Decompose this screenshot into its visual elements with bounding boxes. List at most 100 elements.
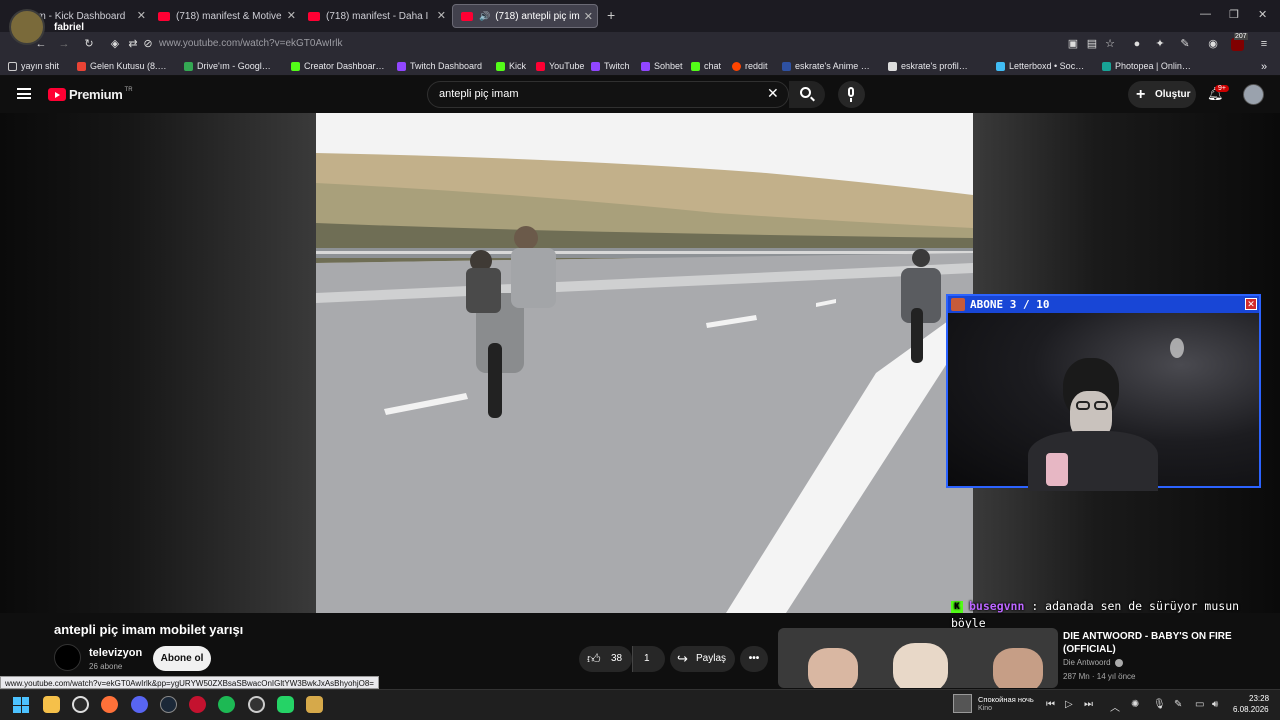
bookmark-reddit[interactable]: reddit (732, 61, 768, 71)
cam-title: ABONE 3 / 10 (970, 298, 1050, 311)
display-icon[interactable]: ▭ (1195, 699, 1204, 710)
restore-icon[interactable]: ❐ (1229, 8, 1239, 21)
webcam-feed (948, 313, 1259, 491)
bookmark-mal[interactable]: eskrate's Anime … (782, 61, 870, 71)
reader-icon[interactable]: ▤ (1085, 37, 1099, 51)
channel-name[interactable]: televizyon (89, 647, 142, 659)
tray-overflow-icon[interactable]: ︿ (1110, 699, 1120, 714)
shield-icon[interactable]: ◈ (108, 37, 122, 51)
video-blur-left (0, 113, 316, 613)
bookmark-twitch-dashboard[interactable]: Twitch Dashboard (397, 61, 482, 71)
app-icon-red[interactable] (189, 696, 206, 713)
pen-icon[interactable]: ✎ (1178, 37, 1192, 51)
close-icon[interactable]: ✕ (437, 9, 446, 22)
voice-search-button[interactable] (838, 81, 865, 108)
minimize-icon[interactable]: — (1200, 8, 1211, 20)
like-button[interactable]: 👍︎ 38 (579, 646, 632, 672)
tab-label: (718) manifest & Motive (176, 10, 282, 22)
plus-icon: + (1136, 86, 1146, 103)
bookmarks-overflow-icon[interactable]: » (1261, 61, 1267, 73)
whatsapp-icon[interactable] (277, 696, 294, 713)
menu-icon[interactable]: ≡ (1257, 37, 1271, 51)
spotify-icon[interactable] (218, 696, 235, 713)
app-icon-gear[interactable] (248, 696, 265, 713)
bookmark-letterboxd[interactable]: Letterboxd • Soc… (996, 61, 1084, 71)
bookmark-youtube[interactable]: YouTube (536, 61, 584, 71)
bookmark-photopea[interactable]: Photopea | Onlin… (1102, 61, 1191, 71)
clear-search-icon[interactable]: ✕ (767, 85, 779, 102)
address-bar[interactable]: www.youtube.com/watch?v=ekGT0AwIrlk (104, 34, 1044, 54)
firefox-icon[interactable] (101, 696, 118, 713)
bookmark-twitch[interactable]: Twitch (591, 61, 630, 71)
video-scene (316, 113, 973, 613)
account-avatar[interactable] (1243, 84, 1264, 105)
notifications-badge: 9+ (1215, 85, 1229, 92)
bookmark-creator[interactable]: Creator Dashboar… (291, 61, 385, 71)
like-count: 38 (611, 653, 623, 664)
permissions-icon[interactable]: ⇄ (126, 37, 140, 51)
volume-icon[interactable]: 🔊︎ (1212, 699, 1218, 710)
channel-avatar[interactable] (54, 644, 81, 671)
account-icon[interactable]: ◉ (1206, 37, 1220, 51)
reload-icon[interactable]: ↻ (82, 37, 96, 51)
share-button[interactable]: ↪ Paylaş (670, 646, 735, 672)
ublock-icon[interactable]: 207 (1231, 33, 1248, 51)
puzzle-icon[interactable]: ✦ (1153, 37, 1167, 51)
file-explorer-icon[interactable] (43, 696, 60, 713)
window-close-icon[interactable]: ✕ (1258, 8, 1267, 21)
next-track-icon[interactable]: ⏭ (1084, 699, 1093, 710)
windows-start-icon[interactable] (13, 697, 29, 713)
forward-icon[interactable]: → (57, 37, 71, 51)
search-icon (800, 87, 811, 98)
steam-icon[interactable] (160, 696, 177, 713)
browser-tab-bar: fabriel am - Kick Dashboard ✕ (718) mani… (0, 0, 1280, 45)
subscribe-button[interactable]: Abone ol (153, 646, 211, 671)
discord-icon[interactable] (131, 696, 148, 713)
cam-title-bar: ABONE 3 / 10 (948, 296, 1259, 313)
close-icon[interactable]: ✕ (287, 9, 296, 22)
mute-icon[interactable]: ⊘ (141, 37, 155, 51)
bookmark-drive[interactable]: Drive'ım - Googl… (184, 61, 271, 71)
media-album-art[interactable] (953, 694, 972, 713)
new-tab-icon[interactable]: + (607, 7, 615, 23)
bookmark-kick[interactable]: Kick (496, 61, 526, 71)
tab-antepli[interactable]: 🔊 (718) antepli piç im ✕ (452, 4, 598, 28)
profile-avatar[interactable] (9, 9, 45, 45)
extension-icon[interactable]: ● (1130, 37, 1144, 51)
app-icon-cube[interactable] (306, 696, 323, 713)
search-input[interactable]: antepli piç imam (427, 81, 789, 108)
play-icon[interactable]: ▷ (1065, 699, 1073, 710)
tab-manifest-motive[interactable]: (718) manifest & Motive ✕ (150, 4, 300, 28)
bookmark-profile[interactable]: eskrate's profil… (888, 61, 968, 71)
tab-manifest-daha[interactable]: (718) manifest - Daha I ✕ (300, 4, 450, 28)
search-button[interactable] (789, 81, 825, 108)
speaker-icon[interactable]: 🔊 (479, 11, 490, 22)
close-icon[interactable]: ✕ (137, 9, 146, 22)
screenshot-icon[interactable]: ▣ (1066, 37, 1080, 51)
recommendation-thumbnail[interactable] (778, 628, 1058, 688)
create-button[interactable]: + Oluştur (1128, 81, 1196, 108)
bookmark-folder[interactable]: yayın shit (8, 61, 59, 71)
bookmark-sohbet[interactable]: Sohbet (641, 61, 683, 71)
clock-time[interactable]: 23:28 (1249, 694, 1269, 703)
youtube-logo[interactable]: Premium TR (48, 87, 133, 102)
share-icon: ↪ (677, 651, 688, 666)
close-icon[interactable]: ✕ (584, 10, 593, 23)
dislike-button[interactable]: 1 (632, 646, 665, 672)
bookmark-chat[interactable]: chat (691, 61, 721, 71)
recommendation-title[interactable]: DIE ANTWOORD - BABY'S ON FIRE (OFFICIAL) (1063, 630, 1243, 656)
obs-icon[interactable] (72, 696, 89, 713)
url-text: www.youtube.com/watch?v=ekGT0AwIrlk (159, 38, 343, 49)
cam-avatar-icon (951, 298, 965, 311)
clock-date[interactable]: 6.08.2026 (1233, 705, 1269, 714)
hamburger-menu-icon[interactable] (17, 88, 31, 99)
tray-app-icon[interactable]: ✺ (1131, 699, 1139, 710)
more-actions-button[interactable]: ••• (740, 646, 768, 672)
previous-track-icon[interactable]: ⏮ (1046, 699, 1055, 710)
youtube-play-icon (48, 88, 66, 101)
recommendation-channel[interactable]: Die Antwoord (1063, 658, 1123, 667)
bookmark-star-icon[interactable]: ☆ (1103, 37, 1117, 51)
mic-tray-icon[interactable]: 🎙︎ (1153, 699, 1166, 710)
pen-tray-icon[interactable]: ✎ (1174, 699, 1182, 710)
bookmark-gmail[interactable]: Gelen Kutusu (8.… (77, 61, 167, 71)
